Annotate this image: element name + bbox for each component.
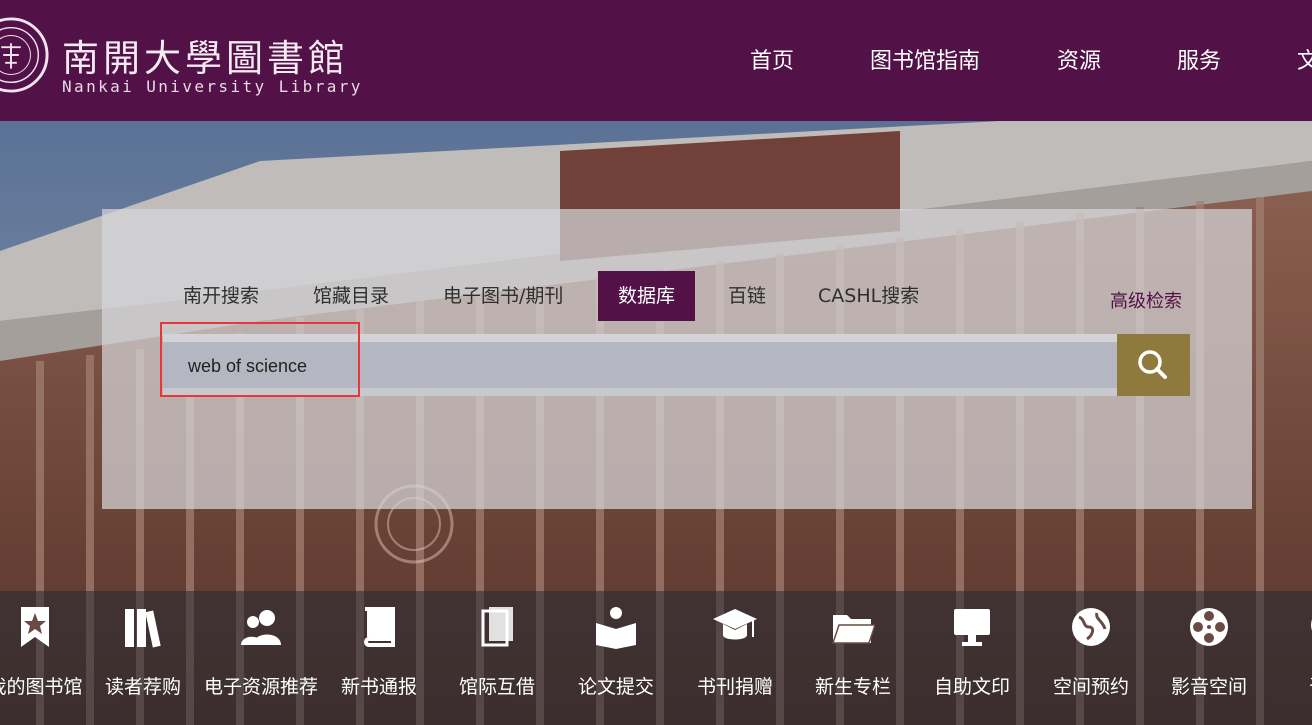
monitor-icon [954, 609, 990, 646]
nav-home[interactable]: 首页 [750, 43, 794, 75]
tab-cashl-search[interactable]: CASHL搜索 [818, 271, 919, 321]
film-reel-icon [1190, 608, 1228, 646]
nav-services[interactable]: 服务 [1177, 43, 1221, 75]
quick-link-label: 书刊捐赠 [696, 676, 773, 698]
quick-link-purchase-request[interactable]: 读者荐购 [83, 605, 203, 705]
quick-link-av-space[interactable]: 影音空间 [1149, 605, 1269, 705]
search-bar-bottom-edge [163, 388, 1117, 396]
quick-link-label: 新书通报 [340, 676, 417, 698]
quick-link-my-library[interactable]: 我的图书馆 [0, 605, 95, 705]
site-header: 南開大學圖書館 Nankai University Library 首页 图书馆… [0, 0, 1312, 121]
globe-icon [1072, 608, 1110, 646]
quick-link-e-resources[interactable]: 电子资源推荐 [201, 605, 321, 705]
book-stack-icon [481, 607, 513, 647]
quick-link-self-print[interactable]: 自助文印 [912, 605, 1032, 705]
main-nav: 首页 图书馆指南 资源 服务 文 [0, 43, 1312, 75]
logo-english-name: Nankai University Library [62, 77, 363, 96]
quick-link-label: 新生专栏 [814, 676, 891, 698]
quick-link-label: 论文提交 [577, 676, 654, 698]
quick-link-thesis-submission[interactable]: 论文提交 [556, 605, 676, 705]
quick-link-label: 影音空间 [1170, 676, 1247, 698]
nav-more[interactable]: 文 [1297, 43, 1312, 75]
tab-bailian[interactable]: 百链 [728, 271, 766, 321]
quick-link-label: 自助文印 [933, 676, 1010, 698]
tab-database[interactable]: 数据库 [598, 271, 696, 321]
reader-icon [596, 607, 636, 649]
quick-link-label: 咨询 [1268, 672, 1312, 699]
quick-link-label: 馆际互借 [458, 676, 535, 698]
quick-link-interlibrary-loan[interactable]: 馆际互借 [437, 605, 557, 705]
quick-link-donation[interactable]: 书刊捐赠 [675, 605, 795, 705]
nav-resources[interactable]: 资源 [1057, 43, 1101, 75]
users-icon [241, 610, 281, 645]
quick-link-freshman[interactable]: 新生专栏 [793, 605, 913, 705]
search-input[interactable] [188, 352, 1088, 380]
advanced-search-link[interactable]: 高级检索 [1110, 287, 1182, 313]
quick-link-label: 读者荐购 [104, 676, 181, 698]
graduation-cap-icon [713, 609, 757, 640]
chat-icon [1311, 619, 1312, 631]
search-button[interactable] [1117, 334, 1190, 396]
tab-nankai-search[interactable]: 南开搜索 [183, 271, 259, 321]
search-bar-top-edge [163, 334, 1117, 342]
search-icon [1138, 350, 1167, 379]
quick-link-label: 电子资源推荐 [203, 676, 318, 698]
quick-link-label: 我的图书馆 [0, 676, 83, 698]
bookmark-star-icon [21, 607, 49, 647]
books-icon [125, 609, 161, 648]
quick-link-consult[interactable]: 咨询 [1268, 605, 1312, 705]
quick-link-label: 空间预约 [1052, 676, 1129, 698]
tab-ebooks-journals[interactable]: 电子图书/期刊 [443, 271, 563, 321]
quick-link-new-books[interactable]: 新书通报 [319, 605, 439, 705]
folder-icon [831, 615, 875, 644]
tab-catalog[interactable]: 馆藏目录 [313, 271, 389, 321]
book-icon [364, 607, 395, 647]
nav-library-guide[interactable]: 图书馆指南 [870, 43, 980, 75]
quick-link-space-booking[interactable]: 空间预约 [1031, 605, 1151, 705]
